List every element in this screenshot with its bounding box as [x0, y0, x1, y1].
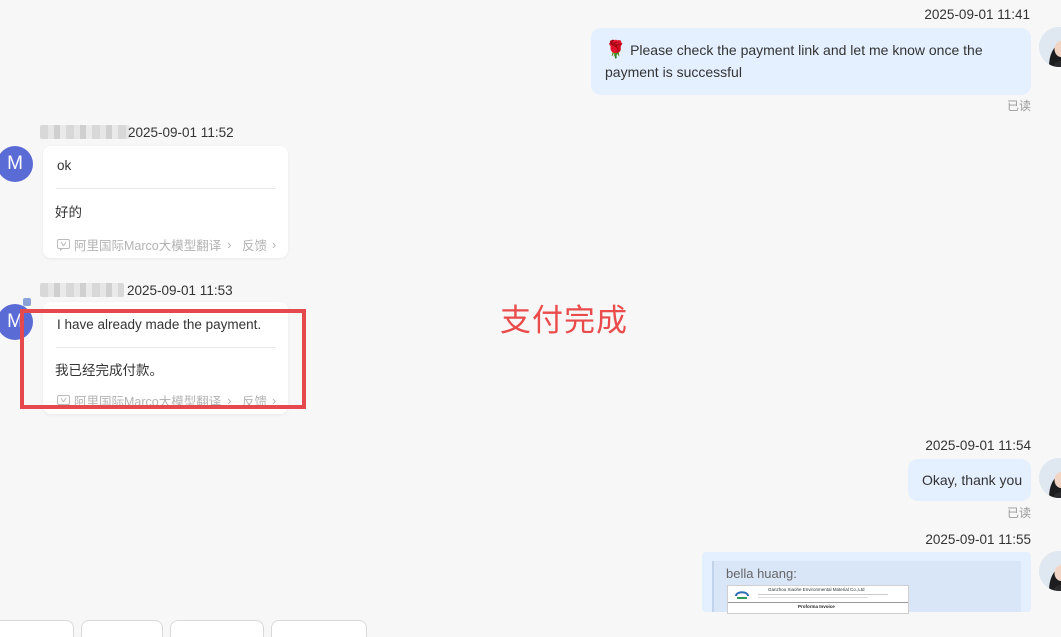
translate-icon — [57, 239, 70, 251]
annotation-highlight-box — [20, 309, 306, 409]
translator-label: 阿里国际Marco大模型翻译 — [74, 235, 221, 254]
message-timestamp: 2025-09-01 11:41 — [924, 7, 1030, 22]
user-avatar[interactable] — [1039, 551, 1061, 591]
sender-name-blurred — [40, 125, 130, 139]
original-text: ok — [57, 158, 71, 173]
document-thumbnail[interactable]: Ganzhou Xiaohe Environmental Material Co… — [727, 585, 909, 614]
user-avatar-photo — [1039, 551, 1061, 591]
quick-reply-chip[interactable] — [81, 620, 163, 637]
translation-source[interactable]: 阿里国际Marco大模型翻译 › — [57, 235, 231, 254]
quick-reply-chip[interactable] — [170, 620, 264, 637]
avatar-badge — [23, 298, 31, 306]
user-avatar-photo — [1039, 27, 1061, 67]
chevron-right-icon: › — [272, 238, 276, 252]
company-logo-icon — [734, 589, 750, 601]
rose-emoji: 🌹 — [605, 40, 626, 59]
read-status: 已读 — [1007, 97, 1031, 114]
quote-block: bella huang: Ganzhou Xiaohe Environmenta… — [712, 561, 1021, 612]
message-timestamp: 2025-09-01 11:52 — [128, 125, 234, 140]
user-avatar[interactable] — [1039, 27, 1061, 67]
message-timestamp: 2025-09-01 11:54 — [925, 438, 1031, 453]
annotation-label: 支付完成 — [500, 295, 628, 340]
user-avatar[interactable] — [1039, 458, 1061, 498]
user-avatar-photo — [1039, 458, 1061, 498]
doc-rule — [728, 602, 908, 603]
divider — [56, 188, 276, 189]
quick-reply-chip[interactable] — [0, 620, 74, 637]
quote-bar — [712, 561, 714, 612]
outgoing-message-bubble[interactable]: Okay, thank you — [908, 459, 1031, 501]
incoming-message-card[interactable]: ok 好的 阿里国际Marco大模型翻译 › 反馈 › — [43, 146, 288, 258]
outgoing-message-bubble[interactable]: 🌹 Please check the payment link and let … — [591, 28, 1031, 95]
doc-line — [758, 594, 888, 595]
document-title: Proforma Invoice — [798, 604, 835, 609]
message-timestamp: 2025-09-01 11:53 — [127, 283, 233, 298]
message-text: Okay, thank you — [922, 469, 1022, 491]
message-text: Please check the payment link and let me… — [605, 42, 983, 80]
translated-text: 好的 — [55, 201, 82, 221]
quick-reply-chip[interactable] — [271, 620, 367, 637]
quoted-message-bubble[interactable]: bella huang: Ganzhou Xiaohe Environmenta… — [702, 552, 1031, 612]
chevron-right-icon: › — [227, 238, 231, 252]
message-timestamp: 2025-09-01 11:55 — [925, 532, 1031, 547]
contact-avatar[interactable]: M — [0, 146, 33, 182]
quote-author: bella huang: — [726, 566, 797, 581]
feedback-link[interactable]: 反馈 › — [242, 235, 276, 254]
sender-name-blurred — [40, 283, 124, 297]
doc-line — [758, 597, 868, 598]
feedback-label: 反馈 — [242, 235, 267, 254]
document-company: Ganzhou Xiaohe Environmental Material Co… — [768, 587, 865, 592]
read-status: 已读 — [1007, 504, 1031, 521]
